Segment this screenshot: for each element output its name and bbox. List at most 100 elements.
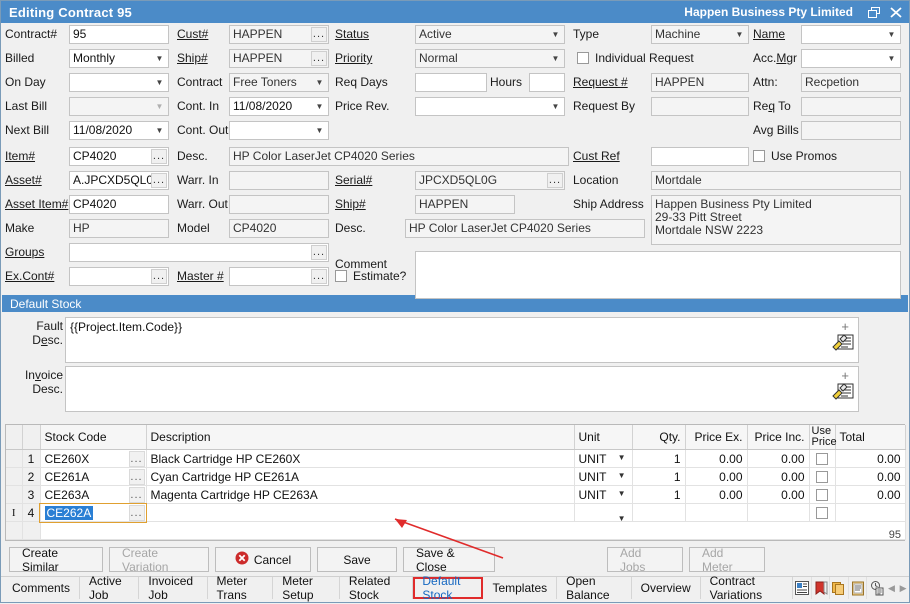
request-by-input[interactable] xyxy=(651,97,749,116)
cell-unit[interactable]: UNIT ▼ xyxy=(574,485,633,504)
contract-no-input[interactable]: 95 xyxy=(69,25,169,44)
bookmark-icon[interactable] xyxy=(812,577,831,599)
comment-textarea[interactable] xyxy=(415,251,901,299)
lookup-ellipsis-icon[interactable]: ... xyxy=(311,51,327,66)
cell-price-inc[interactable]: 0.00 xyxy=(747,449,810,468)
groups-input[interactable]: ... xyxy=(69,243,329,262)
cont-out-select[interactable]: ▼ xyxy=(229,121,329,140)
cell-price-ex[interactable] xyxy=(685,503,748,522)
col-use-price[interactable]: Use Price xyxy=(809,425,837,450)
hours-input[interactable] xyxy=(529,73,565,92)
individual-request-checkbox[interactable] xyxy=(577,52,589,64)
lookup-ellipsis-icon[interactable]: ... xyxy=(128,504,145,521)
use-promos-checkbox-row[interactable]: Use Promos xyxy=(753,149,837,163)
close-icon[interactable] xyxy=(885,2,907,22)
table-row[interactable]: I 4 CE262A... ▼ xyxy=(6,502,906,523)
tab-related-stock[interactable]: Related Stock xyxy=(340,574,414,602)
default-stock-grid[interactable]: Stock Code Description Unit Qty. Price E… xyxy=(5,424,906,541)
invoice-desc-textarea[interactable]: + xyxy=(65,366,859,412)
cell-qty[interactable]: 1 xyxy=(632,485,686,504)
lookup-ellipsis-icon[interactable]: ... xyxy=(128,450,145,467)
col-price-ex[interactable]: Price Ex. xyxy=(685,425,748,450)
report-icon[interactable] xyxy=(793,577,812,599)
tab-comments[interactable]: Comments xyxy=(3,577,81,599)
tab-templates[interactable]: Templates xyxy=(483,577,558,599)
cell-description[interactable]: Cyan Cartridge HP CE261A xyxy=(146,467,575,486)
cell-price-ex[interactable]: 0.00 xyxy=(685,467,748,486)
lookup-ellipsis-icon[interactable]: ... xyxy=(128,468,145,485)
lookup-ellipsis-icon[interactable]: ... xyxy=(311,245,327,260)
tab-open-balance[interactable]: Open Balance xyxy=(557,574,632,602)
lookup-ellipsis-icon[interactable]: ... xyxy=(547,173,563,188)
acc-mgr-select[interactable]: ▼ xyxy=(801,49,901,68)
cell-stock-code[interactable]: CE261A... xyxy=(40,467,147,486)
col-total[interactable]: Total xyxy=(835,425,906,450)
col-qty[interactable]: Qty. xyxy=(632,425,686,450)
make-input[interactable]: HP xyxy=(69,219,169,238)
cell-use-price[interactable] xyxy=(809,503,836,522)
cell-description[interactable]: Black Cartridge HP CE260X xyxy=(146,449,575,468)
cell-qty[interactable]: 1 xyxy=(632,449,686,468)
tab-default-stock[interactable]: Default Stock xyxy=(413,574,484,602)
nav-next-button[interactable]: ▶ xyxy=(897,577,909,599)
ship-address-text[interactable]: Happen Business Pty Limited 29-33 Pitt S… xyxy=(651,195,901,245)
item-no-input[interactable]: CP4020... xyxy=(69,147,169,166)
create-similar-button[interactable]: Create Similar xyxy=(9,546,103,574)
status-select[interactable]: Active ▼ xyxy=(415,25,565,44)
lookup-ellipsis-icon[interactable]: ... xyxy=(311,27,327,42)
col-unit[interactable]: Unit xyxy=(574,425,633,450)
use-promos-checkbox[interactable] xyxy=(753,150,765,162)
use-price-checkbox[interactable] xyxy=(816,507,828,520)
cell-description[interactable] xyxy=(146,503,575,522)
ship-no-2-input[interactable]: HAPPEN xyxy=(415,195,515,214)
cell-price-ex[interactable]: 0.00 xyxy=(685,485,748,504)
lookup-ellipsis-icon[interactable]: ... xyxy=(311,269,327,284)
cell-stock-code[interactable]: CE260X... xyxy=(40,449,147,468)
table-row[interactable]: 2 CE261A... Cyan Cartridge HP CE261A UNI… xyxy=(6,467,906,486)
tab-meter-setup[interactable]: Meter Setup xyxy=(273,574,340,602)
attn-input[interactable]: Recpetion xyxy=(801,73,901,92)
next-bill-select[interactable]: 11/08/2020 ▼ xyxy=(69,121,169,140)
avg-bills-input[interactable] xyxy=(801,121,901,140)
col-price-inc[interactable]: Price Inc. xyxy=(747,425,810,450)
type-select[interactable]: Machine ▼ xyxy=(651,25,749,44)
lookup-ellipsis-icon[interactable]: ... xyxy=(151,269,167,284)
cell-qty[interactable]: 1 xyxy=(632,467,686,486)
contract-select[interactable]: Free Toners ▼ xyxy=(229,73,329,92)
cell-description[interactable]: Magenta Cartridge HP CE263A xyxy=(146,485,575,504)
lookup-ellipsis-icon[interactable]: ... xyxy=(151,173,167,188)
tab-overview[interactable]: Overview xyxy=(632,577,701,599)
cell-price-inc[interactable]: 0.00 xyxy=(747,467,810,486)
copy-icon[interactable] xyxy=(830,577,849,599)
last-bill-select[interactable]: ▼ xyxy=(69,97,169,116)
save-and-close-button[interactable]: Save & Close xyxy=(403,546,495,574)
nav-prev-button[interactable]: ◀ xyxy=(886,577,898,599)
clipboard-icon[interactable] xyxy=(849,577,868,599)
asset-no-input[interactable]: A.JPCXD5QL0G... xyxy=(69,171,169,190)
master-no-input[interactable]: ... xyxy=(229,267,329,286)
name-select[interactable]: ▼ xyxy=(801,25,901,44)
model-input[interactable]: CP4020 xyxy=(229,219,329,238)
cell-use-price[interactable] xyxy=(809,449,836,468)
expand-plus-icon[interactable]: + xyxy=(841,368,849,383)
individual-request-checkbox-row[interactable]: Individual Request xyxy=(577,51,694,65)
cont-in-select[interactable]: 11/08/2020 ▼ xyxy=(229,97,329,116)
desc-2-input[interactable]: HP Color LaserJet CP4020 Series xyxy=(405,219,645,238)
asset-item-no-input[interactable]: CP4020 xyxy=(69,195,169,214)
request-no-input[interactable]: HAPPEN xyxy=(651,73,749,92)
cell-unit[interactable]: ▼ xyxy=(574,503,633,522)
req-days-input[interactable] xyxy=(415,73,487,92)
restore-icon[interactable] xyxy=(863,2,885,22)
location-input[interactable]: Mortdale xyxy=(651,171,901,190)
expand-plus-icon[interactable]: + xyxy=(841,319,849,334)
desc-input[interactable]: HP Color LaserJet CP4020 Series xyxy=(229,147,569,166)
cell-use-price[interactable] xyxy=(809,467,836,486)
cell-price-inc[interactable]: 0.00 xyxy=(747,485,810,504)
cell-unit[interactable]: UNIT ▼ xyxy=(574,467,633,486)
fault-desc-textarea[interactable]: {{Project.Item.Code}} + xyxy=(65,317,859,363)
billed-select[interactable]: Monthly ▼ xyxy=(69,49,169,68)
table-row[interactable]: 3 CE263A... Magenta Cartridge HP CE263A … xyxy=(6,485,906,504)
save-button[interactable]: Save xyxy=(317,547,397,572)
warr-in-input[interactable] xyxy=(229,171,329,190)
tab-meter-trans[interactable]: Meter Trans xyxy=(208,574,274,602)
